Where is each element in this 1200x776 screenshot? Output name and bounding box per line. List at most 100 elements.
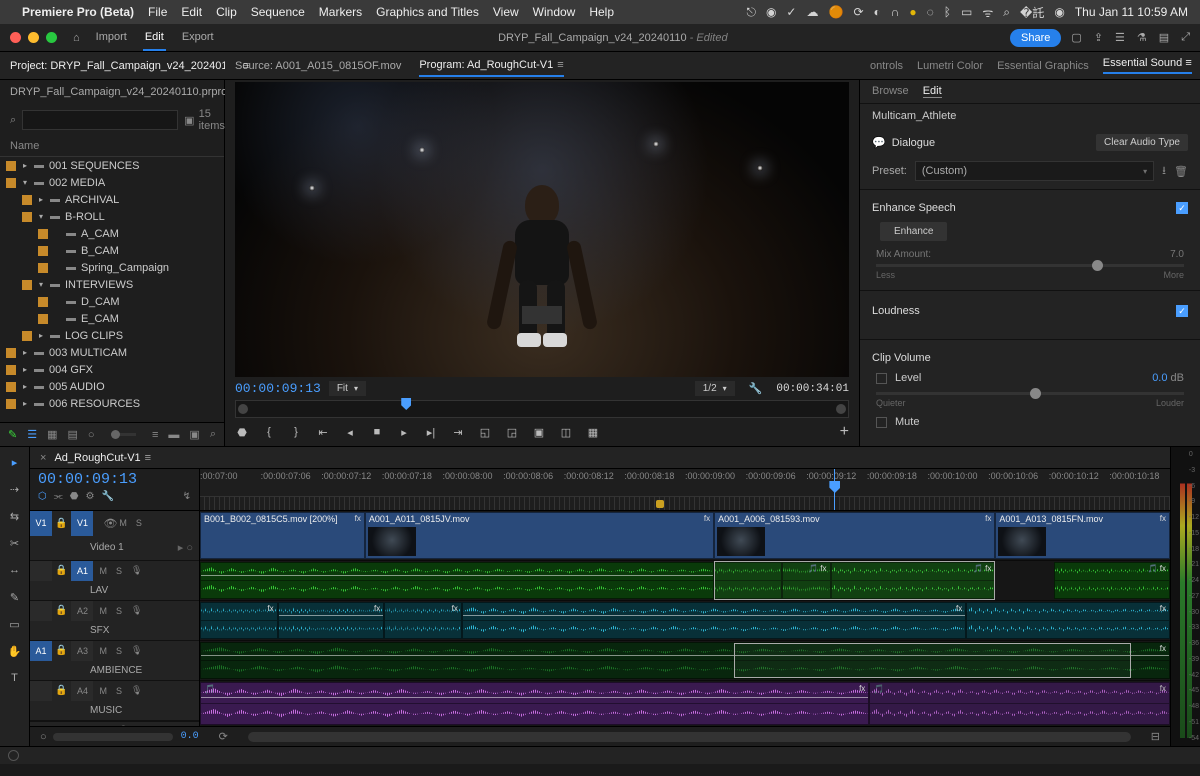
- track-header-a2[interactable]: 🔒 A2 MS🎙 SFX: [30, 601, 199, 641]
- track-select-tool-icon[interactable]: ⇢: [6, 480, 24, 498]
- clear-audio-type-button[interactable]: Clear Audio Type: [1096, 134, 1188, 151]
- enhance-speech-checkbox[interactable]: ✓: [1176, 202, 1188, 214]
- menu-window[interactable]: Window: [533, 5, 576, 19]
- solo-button[interactable]: S: [114, 605, 124, 617]
- track-header-v1[interactable]: V1 🔒 V1 👁 MS Video 1▸ ○: [30, 511, 199, 561]
- add-track-icon[interactable]: ↯: [183, 491, 191, 502]
- timeline-timecode[interactable]: 00:00:09:13: [38, 471, 191, 488]
- progress-indicator-icon[interactable]: [8, 750, 19, 761]
- source-patch-a2[interactable]: [30, 601, 52, 621]
- enhance-speech-header[interactable]: Enhance Speech: [872, 202, 956, 214]
- audio-clip[interactable]: fx: [966, 602, 1170, 639]
- settings-icon[interactable]: 🔧: [749, 382, 763, 395]
- audio-clip[interactable]: 🎵 fx: [1054, 562, 1170, 599]
- loudness-checkbox[interactable]: ✓: [1176, 305, 1188, 317]
- marker-yellow-icon[interactable]: [656, 500, 664, 508]
- program-tab[interactable]: Program: Ad_RoughCut-V1≡: [419, 59, 563, 77]
- delete-preset-icon[interactable]: 🗑: [1174, 165, 1188, 178]
- audio-clip[interactable]: fx: [200, 642, 1170, 679]
- zoom-out-icon[interactable]: ○: [40, 731, 47, 743]
- menu-graphics[interactable]: Graphics and Titles: [376, 5, 479, 19]
- solo-button[interactable]: S: [114, 685, 124, 697]
- menu-edit[interactable]: Edit: [181, 5, 202, 19]
- track-target-a4[interactable]: A4: [71, 681, 93, 701]
- fit-dropdown[interactable]: Fit▾: [329, 381, 366, 396]
- bluetooth-icon[interactable]: ᛒ: [944, 5, 951, 19]
- toggle-track-output-icon[interactable]: 👁: [103, 517, 117, 530]
- workspace-edit[interactable]: Edit: [143, 25, 166, 51]
- bin-row[interactable]: ▾▬INTERVIEWS: [0, 276, 224, 293]
- wifi-icon[interactable]: ᯤ: [982, 4, 993, 21]
- close-window-icon[interactable]: [10, 32, 21, 43]
- audio-clip[interactable]: 🎵 fx: [782, 562, 831, 599]
- tab-essential-graphics[interactable]: Essential Graphics: [997, 60, 1089, 72]
- mark-in-icon[interactable]: {: [262, 425, 276, 439]
- preset-dropdown[interactable]: (Custom)▾: [915, 161, 1154, 181]
- bin-row[interactable]: ▾▬002 MEDIA: [0, 174, 224, 191]
- bin-row[interactable]: ▸▬005 AUDIO: [0, 378, 224, 395]
- voice-over-icon[interactable]: 🎙: [129, 684, 144, 697]
- go-to-out-icon[interactable]: ⇥: [451, 425, 465, 439]
- timeline-content[interactable]: B001_B002_0815C5.mov [200%]fx A001_A011_…: [200, 511, 1170, 726]
- bin-list[interactable]: ▸▬001 SEQUENCES ▾▬002 MEDIA ▸▬ARCHIVAL ▾…: [0, 157, 224, 422]
- menu-clip[interactable]: Clip: [216, 5, 237, 19]
- minimize-window-icon[interactable]: [28, 32, 39, 43]
- mix-amount-value[interactable]: 7.0: [1170, 249, 1184, 260]
- add-marker-icon[interactable]: ⬣: [235, 425, 249, 439]
- extract-icon[interactable]: ◲: [505, 425, 519, 439]
- step-fwd-icon[interactable]: ▸|: [424, 425, 438, 439]
- track-target-a2[interactable]: A2: [71, 601, 93, 621]
- voice-over-icon[interactable]: 🎙: [129, 564, 144, 577]
- level-slider[interactable]: [876, 392, 1184, 395]
- level-value[interactable]: 0.0 dB: [1152, 372, 1184, 384]
- playhead[interactable]: [834, 469, 835, 510]
- flask-icon[interactable]: ⚗: [1137, 31, 1147, 44]
- audio-clip[interactable]: 🎵fx: [869, 682, 1170, 725]
- solo-button[interactable]: S: [114, 645, 124, 657]
- mute-button[interactable]: M: [97, 565, 109, 577]
- project-tab[interactable]: Project: DRYP_Fall_Campaign_v24_20240110…: [10, 60, 249, 72]
- track-target-a1[interactable]: A1: [71, 561, 93, 581]
- mark-out-icon[interactable]: }: [289, 425, 303, 439]
- loudness-header[interactable]: Loudness: [872, 305, 920, 317]
- timeline-options-icon[interactable]: ⟳: [219, 730, 228, 743]
- source-tab[interactable]: Source: A001_A015_0815OF.mov: [235, 60, 401, 72]
- go-to-in-icon[interactable]: ⇤: [316, 425, 330, 439]
- settings-icon[interactable]: ⚙: [85, 491, 94, 502]
- lift-icon[interactable]: ◱: [478, 425, 492, 439]
- program-timecode-in[interactable]: 00:00:09:13: [235, 381, 321, 396]
- status-icon[interactable]: ◌: [927, 5, 934, 19]
- new-bin-icon[interactable]: ▬: [168, 429, 179, 441]
- resolution-dropdown[interactable]: 1/2▾: [695, 381, 735, 396]
- subtab-browse[interactable]: Browse: [872, 85, 909, 98]
- zoom-out-icon[interactable]: ○: [88, 429, 95, 441]
- control-center-icon[interactable]: �託: [1020, 4, 1044, 21]
- mute-button[interactable]: M: [117, 517, 129, 529]
- panel-menu-icon[interactable]: ☰: [1115, 31, 1125, 44]
- program-viewport[interactable]: [235, 82, 849, 377]
- comparison-view-icon[interactable]: ◫: [559, 425, 573, 439]
- linked-selection-icon[interactable]: ⫘: [54, 491, 63, 502]
- razor-tool-icon[interactable]: ✂: [6, 534, 24, 552]
- track-header-a1[interactable]: 🔒 A1 MS🎙 LAV: [30, 561, 199, 601]
- audio-clip[interactable]: fx: [462, 602, 966, 639]
- menu-help[interactable]: Help: [589, 5, 614, 19]
- status-icon[interactable]: ⎋: [746, 5, 756, 20]
- ripple-edit-tool-icon[interactable]: ⇆: [6, 507, 24, 525]
- list-view-icon[interactable]: ☰: [27, 428, 37, 441]
- close-sequence-icon[interactable]: ×: [40, 452, 46, 464]
- workspace-layout-icon[interactable]: ▢: [1071, 31, 1081, 44]
- track-header-a4[interactable]: 🔒 A4 MS🎙 MUSIC: [30, 681, 199, 721]
- step-back-icon[interactable]: ◂: [343, 425, 357, 439]
- new-item-icon[interactable]: ▣: [189, 428, 199, 441]
- wrench-icon[interactable]: 🔧: [101, 491, 113, 502]
- clock[interactable]: Thu Jan 11 10:59 AM: [1075, 5, 1188, 19]
- menu-markers[interactable]: Markers: [319, 5, 362, 19]
- audio-clip[interactable]: fx: [384, 602, 462, 639]
- track-target-a3[interactable]: A3: [71, 641, 93, 661]
- audio-meters[interactable]: 0-3-6 -9-12-15 -18-21-24 -27-30-33 -36-3…: [1170, 447, 1200, 746]
- siri-icon[interactable]: ◉: [1054, 5, 1064, 19]
- pen-tool-icon[interactable]: ✎: [6, 588, 24, 606]
- bin-row[interactable]: ▸▬001 SEQUENCES: [0, 157, 224, 174]
- freeform-view-icon[interactable]: ▤: [68, 428, 78, 441]
